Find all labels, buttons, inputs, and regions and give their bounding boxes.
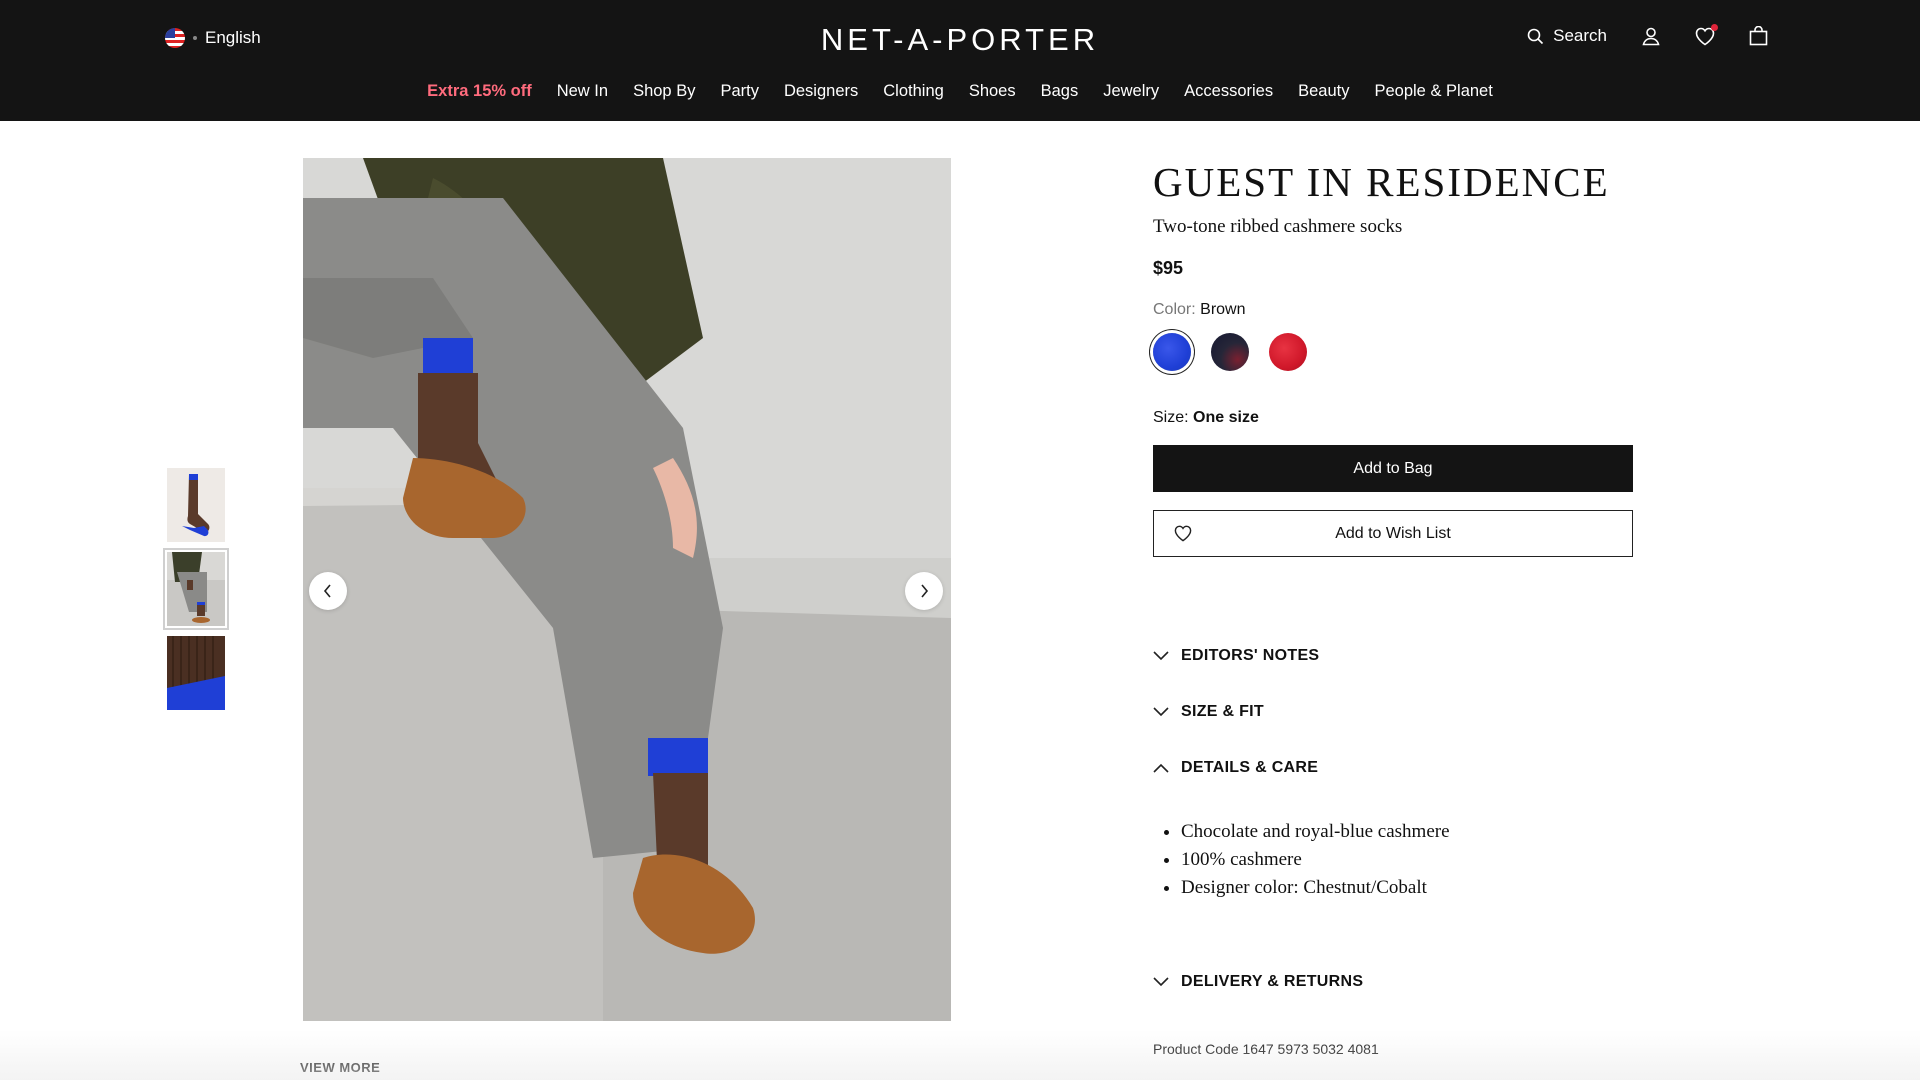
add-to-wishlist-button[interactable]: Add to Wish List	[1153, 510, 1633, 557]
nav-item-clothing[interactable]: Clothing	[883, 82, 944, 101]
gallery-prev-button[interactable]	[309, 572, 347, 610]
product-name: Two-tone ribbed cashmere socks	[1153, 216, 1403, 237]
product-code: Product Code 1647 5973 5032 4081	[1153, 1041, 1379, 1057]
chevron-down-icon	[1153, 707, 1169, 717]
product-brand[interactable]: GUEST IN RESIDENCE	[1153, 160, 1633, 204]
product-info: GUEST IN RESIDENCE Two-tone ribbed cashm…	[1153, 160, 1633, 557]
accordion-size-fit[interactable]: SIZE & FIT	[1153, 703, 1264, 721]
nav-item-designers[interactable]: Designers	[784, 82, 858, 101]
color-swatches	[1153, 333, 1633, 371]
accordion-label: DETAILS & CARE	[1181, 759, 1319, 776]
heart-icon	[1174, 525, 1192, 547]
account-icon[interactable]	[1641, 26, 1661, 46]
color-value: Brown	[1200, 301, 1246, 318]
size-label: Size:	[1153, 409, 1189, 426]
detail-item: Chocolate and royal-blue cashmere	[1181, 818, 1450, 846]
nav-item-accessories[interactable]: Accessories	[1184, 82, 1273, 101]
detail-item: 100% cashmere	[1181, 846, 1450, 874]
accordion-label: DELIVERY & RETURNS	[1181, 973, 1364, 990]
wishlist-badge	[1711, 23, 1718, 31]
main-nav: Extra 15% off New In Shop By Party Desig…	[0, 82, 1920, 101]
add-to-wishlist-label: Add to Wish List	[1335, 524, 1451, 542]
accordion-label: SIZE & FIT	[1181, 703, 1264, 720]
thumbnail-2[interactable]	[163, 548, 229, 630]
thumbnail-3[interactable]	[167, 636, 225, 710]
add-to-bag-button[interactable]: Add to Bag	[1153, 445, 1633, 492]
nav-item-new-in[interactable]: New In	[557, 82, 608, 101]
search-button[interactable]: Search	[1527, 26, 1607, 46]
accordion-editors-notes[interactable]: EDITORS' NOTES	[1153, 647, 1319, 665]
search-icon	[1527, 28, 1544, 45]
color-label: Color:	[1153, 301, 1196, 318]
accordion-details-care[interactable]: DETAILS & CARE	[1153, 759, 1318, 777]
nav-item-bags[interactable]: Bags	[1041, 82, 1079, 101]
nav-item-shop-by[interactable]: Shop By	[633, 82, 695, 101]
chevron-down-icon	[1153, 977, 1169, 987]
product-price: $95	[1153, 258, 1184, 278]
swatch-blue[interactable]	[1153, 333, 1191, 371]
chevron-left-icon	[323, 584, 331, 598]
nav-item-beauty[interactable]: Beauty	[1298, 82, 1349, 101]
nav-item-people-planet[interactable]: People & Planet	[1374, 82, 1492, 101]
color-row: Color: Brown	[1153, 301, 1633, 319]
bottom-fade	[0, 1030, 1920, 1080]
accordion-delivery-returns[interactable]: DELIVERY & RETURNS	[1153, 973, 1363, 991]
site-header: English NET-A-PORTER Search Extra 15% of…	[0, 0, 1920, 121]
gallery-next-button[interactable]	[905, 572, 943, 610]
size-row: Size: One size	[1153, 409, 1633, 427]
product-main-image[interactable]	[303, 158, 951, 1021]
detail-item: Designer color: Chestnut/Cobalt	[1181, 874, 1450, 902]
thumbnail-list	[163, 468, 229, 720]
wishlist-icon[interactable]	[1695, 23, 1718, 46]
nav-item-shoes[interactable]: Shoes	[969, 82, 1016, 101]
chevron-right-icon	[921, 584, 929, 598]
header-tools: Search	[1527, 23, 1768, 46]
nav-item-extra-off[interactable]: Extra 15% off	[427, 82, 532, 101]
swatch-red[interactable]	[1269, 333, 1307, 371]
search-label: Search	[1553, 26, 1607, 45]
nav-item-jewelry[interactable]: Jewelry	[1103, 82, 1159, 101]
nav-item-party[interactable]: Party	[720, 82, 759, 101]
details-list: Chocolate and royal-blue cashmere 100% c…	[1181, 818, 1450, 902]
chevron-down-icon	[1153, 651, 1169, 661]
chevron-up-icon	[1153, 763, 1169, 773]
accordion-label: EDITORS' NOTES	[1181, 647, 1320, 664]
view-more-link[interactable]: VIEW MORE	[300, 1060, 380, 1075]
size-value: One size	[1193, 409, 1259, 426]
shopping-bag-icon[interactable]	[1749, 26, 1768, 46]
swatch-navy[interactable]	[1211, 333, 1249, 371]
thumbnail-1[interactable]	[167, 468, 225, 542]
